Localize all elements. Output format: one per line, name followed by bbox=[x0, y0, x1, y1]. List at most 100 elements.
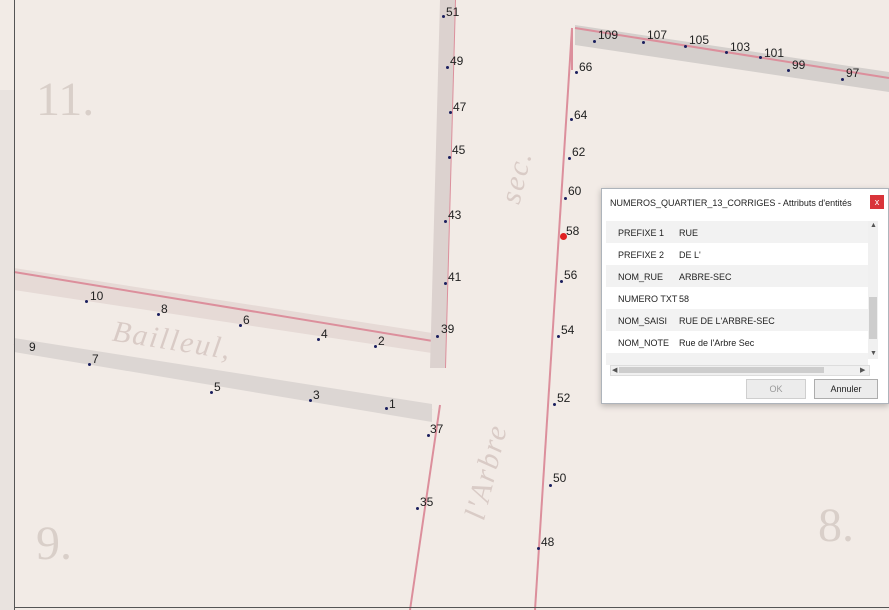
map-frame-left bbox=[14, 0, 15, 610]
address-point[interactable] bbox=[449, 111, 452, 114]
address-label: 1 bbox=[389, 397, 396, 411]
address-label: 99 bbox=[792, 58, 806, 72]
address-label: 37 bbox=[430, 422, 444, 436]
address-label: 56 bbox=[564, 268, 578, 282]
address-label: 39 bbox=[441, 322, 455, 336]
block-number-11: 11. bbox=[36, 73, 95, 126]
address-point[interactable] bbox=[385, 407, 388, 410]
address-label: 2 bbox=[378, 334, 385, 348]
attribute-row[interactable]: NOM_SAISI RUE DE L'ARBRE-SEC bbox=[606, 309, 868, 331]
attribute-row[interactable]: PREFIXE 2 DE L' bbox=[606, 243, 868, 265]
address-label: 35 bbox=[420, 495, 434, 509]
address-label: 7 bbox=[92, 352, 99, 366]
address-point[interactable] bbox=[157, 313, 160, 316]
address-point[interactable] bbox=[759, 56, 762, 59]
address-label: 54 bbox=[561, 323, 575, 337]
cancel-button[interactable]: Annuler bbox=[814, 379, 878, 399]
scroll-right-icon[interactable]: ▶ bbox=[860, 366, 865, 374]
address-label: 49 bbox=[450, 54, 464, 68]
address-point[interactable] bbox=[239, 324, 242, 327]
address-label: 101 bbox=[764, 46, 785, 60]
address-point[interactable] bbox=[593, 40, 596, 43]
address-label: 60 bbox=[568, 184, 582, 198]
address-label: 9 bbox=[29, 340, 36, 354]
address-point[interactable] bbox=[85, 300, 88, 303]
address-label: 10 bbox=[90, 289, 104, 303]
address-point[interactable] bbox=[564, 197, 567, 200]
address-point[interactable] bbox=[444, 220, 447, 223]
address-label: 109 bbox=[598, 28, 619, 42]
horizontal-scroll-thumb[interactable] bbox=[619, 367, 824, 373]
attribute-row[interactable]: NUMERO TXT 58 bbox=[606, 287, 868, 309]
address-label: 8 bbox=[161, 302, 168, 316]
attribute-value[interactable]: RUE bbox=[679, 228, 698, 238]
address-point[interactable] bbox=[642, 41, 645, 44]
attribute-value[interactable]: Rue de l'Arbre Sec bbox=[679, 338, 754, 348]
attribute-value[interactable]: 58 bbox=[679, 294, 689, 304]
attributes-table[interactable]: PREFIXE 1 RUE PREFIXE 2 DE L' NOM_RUE AR… bbox=[606, 221, 868, 365]
address-point[interactable] bbox=[374, 345, 377, 348]
address-label: 62 bbox=[572, 145, 586, 159]
address-point[interactable] bbox=[684, 45, 687, 48]
attribute-value[interactable]: RUE DE L'ARBRE-SEC bbox=[679, 316, 775, 326]
address-label: 4 bbox=[321, 327, 328, 341]
address-point[interactable] bbox=[557, 335, 560, 338]
feature-attributes-dialog[interactable]: NUMEROS_QUARTIER_13_CORRIGES - Attributs… bbox=[601, 188, 889, 404]
address-label: 6 bbox=[243, 313, 250, 327]
address-point[interactable] bbox=[537, 547, 540, 550]
address-point[interactable] bbox=[560, 280, 563, 283]
address-point[interactable] bbox=[725, 51, 728, 54]
attribute-name: PREFIXE 2 bbox=[618, 250, 665, 260]
block-number-9: 9. bbox=[36, 517, 72, 570]
horizontal-scrollbar[interactable]: ◀ ▶ bbox=[610, 365, 870, 376]
address-point[interactable] bbox=[436, 335, 439, 338]
attribute-name: PREFIXE 1 bbox=[618, 228, 665, 238]
address-point[interactable] bbox=[210, 391, 213, 394]
attribute-value[interactable]: DE L' bbox=[679, 250, 701, 260]
dialog-title: NUMEROS_QUARTIER_13_CORRIGES - Attributs… bbox=[610, 198, 852, 208]
address-label: 66 bbox=[579, 60, 593, 74]
address-label: 107 bbox=[647, 28, 668, 42]
map-frame-bottom bbox=[14, 607, 889, 608]
address-label: 50 bbox=[553, 471, 567, 485]
address-point[interactable] bbox=[448, 156, 451, 159]
attribute-row[interactable]: NOM_NOTE Rue de l'Arbre Sec bbox=[606, 331, 868, 353]
attribute-value[interactable]: ARBRE-SEC bbox=[679, 272, 732, 282]
address-label: 47 bbox=[453, 100, 467, 114]
attribute-name: NOM_RUE bbox=[618, 272, 664, 282]
address-point[interactable] bbox=[787, 69, 790, 72]
vertical-scroll-thumb[interactable] bbox=[869, 297, 877, 339]
address-point[interactable] bbox=[568, 157, 571, 160]
address-label: 5 bbox=[214, 380, 221, 394]
address-point[interactable] bbox=[442, 15, 445, 18]
address-label-selected: 58 bbox=[566, 224, 580, 238]
close-button[interactable]: x bbox=[870, 195, 884, 209]
scroll-up-icon[interactable]: ▲ bbox=[870, 222, 877, 229]
attribute-row[interactable]: NOM_RUE ARBRE-SEC bbox=[606, 265, 868, 287]
address-point[interactable] bbox=[444, 282, 447, 285]
address-label: 45 bbox=[452, 143, 466, 157]
ok-button[interactable]: OK bbox=[746, 379, 806, 399]
address-point[interactable] bbox=[416, 507, 419, 510]
address-point[interactable] bbox=[570, 118, 573, 121]
attribute-name: NOM_SAISI bbox=[618, 316, 668, 326]
address-point[interactable] bbox=[575, 71, 578, 74]
address-point[interactable] bbox=[841, 78, 844, 81]
address-point[interactable] bbox=[317, 338, 320, 341]
scroll-down-icon[interactable]: ▼ bbox=[870, 350, 877, 357]
address-label: 43 bbox=[448, 208, 462, 222]
attribute-row[interactable]: PREFIXE 1 RUE bbox=[606, 221, 868, 243]
address-point[interactable] bbox=[553, 403, 556, 406]
address-label: 97 bbox=[846, 66, 860, 80]
address-point[interactable] bbox=[446, 66, 449, 69]
address-point[interactable] bbox=[549, 484, 552, 487]
vertical-scrollbar[interactable]: ▲ ▼ bbox=[868, 221, 878, 359]
address-point[interactable] bbox=[88, 363, 91, 366]
address-label: 3 bbox=[313, 388, 320, 402]
address-label: 103 bbox=[730, 40, 751, 54]
address-point[interactable] bbox=[309, 399, 312, 402]
address-label: 48 bbox=[541, 535, 555, 549]
address-label: 64 bbox=[574, 108, 588, 122]
scroll-left-icon[interactable]: ◀ bbox=[612, 366, 617, 374]
address-label: 41 bbox=[448, 270, 462, 284]
